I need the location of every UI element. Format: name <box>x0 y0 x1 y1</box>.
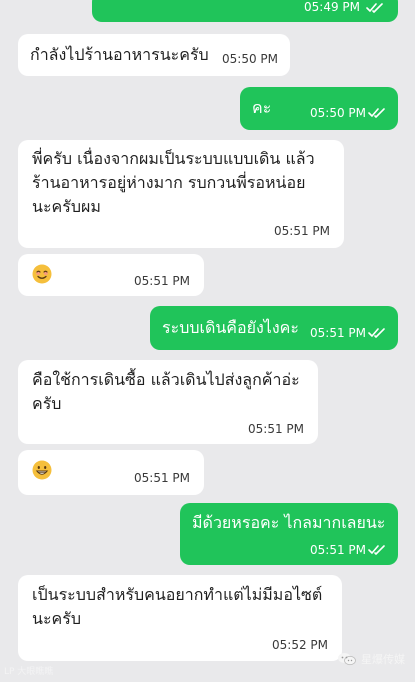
message-bubble-outgoing[interactable]: ระบบเดินคือยังไงคะ 05:51 PM <box>150 306 398 350</box>
chat-thread: 05:49 PM กำลังไปร้านอาหารนะครับ 05:50 PM… <box>0 0 415 682</box>
message-time: 05:51 PM <box>248 422 304 436</box>
grinning-face-icon <box>32 460 52 480</box>
message-time: 05:49 PM <box>304 0 360 14</box>
message-time: 05:52 PM <box>272 638 328 652</box>
message-text: เป็นระบบสำหรับคนอยากทำแต่ไม่มีมอไซต์ นะค… <box>32 585 323 628</box>
watermark-brand-text: 星爆传媒 <box>361 653 405 666</box>
message-bubble-outgoing[interactable]: 05:49 PM <box>92 0 398 22</box>
message-bubble-outgoing[interactable]: มีด้วยหรอคะ ไกลมากเลยนะ 05:51 PM <box>180 503 398 565</box>
message-text: พี่ครับ เนื่องจากผมเป็นระบบแบบเดิน แล้ว … <box>32 149 315 216</box>
watermark-brand: 星爆传媒 <box>337 651 405 667</box>
message-time: 05:50 PM <box>310 106 366 120</box>
message-bubble-incoming[interactable]: 05:51 PM <box>18 450 204 495</box>
read-receipt-icon <box>366 3 384 13</box>
message-time: 05:50 PM <box>222 52 278 66</box>
message-text: คะ <box>252 98 272 117</box>
message-text: กำลังไปร้านอาหารนะครับ <box>30 45 209 64</box>
read-receipt-icon <box>368 328 386 338</box>
message-bubble-incoming[interactable]: กำลังไปร้านอาหารนะครับ 05:50 PM <box>18 34 290 76</box>
message-text: ระบบเดินคือยังไงคะ <box>162 318 299 337</box>
message-bubble-incoming[interactable]: พี่ครับ เนื่องจากผมเป็นระบบแบบเดิน แล้ว … <box>18 140 344 248</box>
message-time: 05:51 PM <box>310 543 366 557</box>
watermark-left: LP 大眼瞧瞧 <box>4 667 54 677</box>
message-bubble-incoming[interactable]: 05:51 PM <box>18 254 204 296</box>
message-time: 05:51 PM <box>134 274 190 288</box>
message-bubble-incoming[interactable]: คือใช้การเดินซื้อ แล้วเดินไปส่งลูกค้าอ่ะ… <box>18 360 318 444</box>
read-receipt-icon <box>368 108 386 118</box>
message-text: มีด้วยหรอคะ ไกลมากเลยนะ <box>192 513 386 532</box>
message-time: 05:51 PM <box>310 326 366 340</box>
message-bubble-outgoing[interactable]: คะ 05:50 PM <box>240 87 398 130</box>
message-bubble-incoming[interactable]: เป็นระบบสำหรับคนอยากทำแต่ไม่มีมอไซต์ นะค… <box>18 575 342 661</box>
wechat-icon <box>337 652 357 666</box>
read-receipt-icon <box>368 545 386 555</box>
smiling-face-icon <box>32 264 52 284</box>
message-text: คือใช้การเดินซื้อ แล้วเดินไปส่งลูกค้าอ่ะ… <box>32 370 300 413</box>
message-time: 05:51 PM <box>134 471 190 485</box>
message-time: 05:51 PM <box>274 224 330 238</box>
